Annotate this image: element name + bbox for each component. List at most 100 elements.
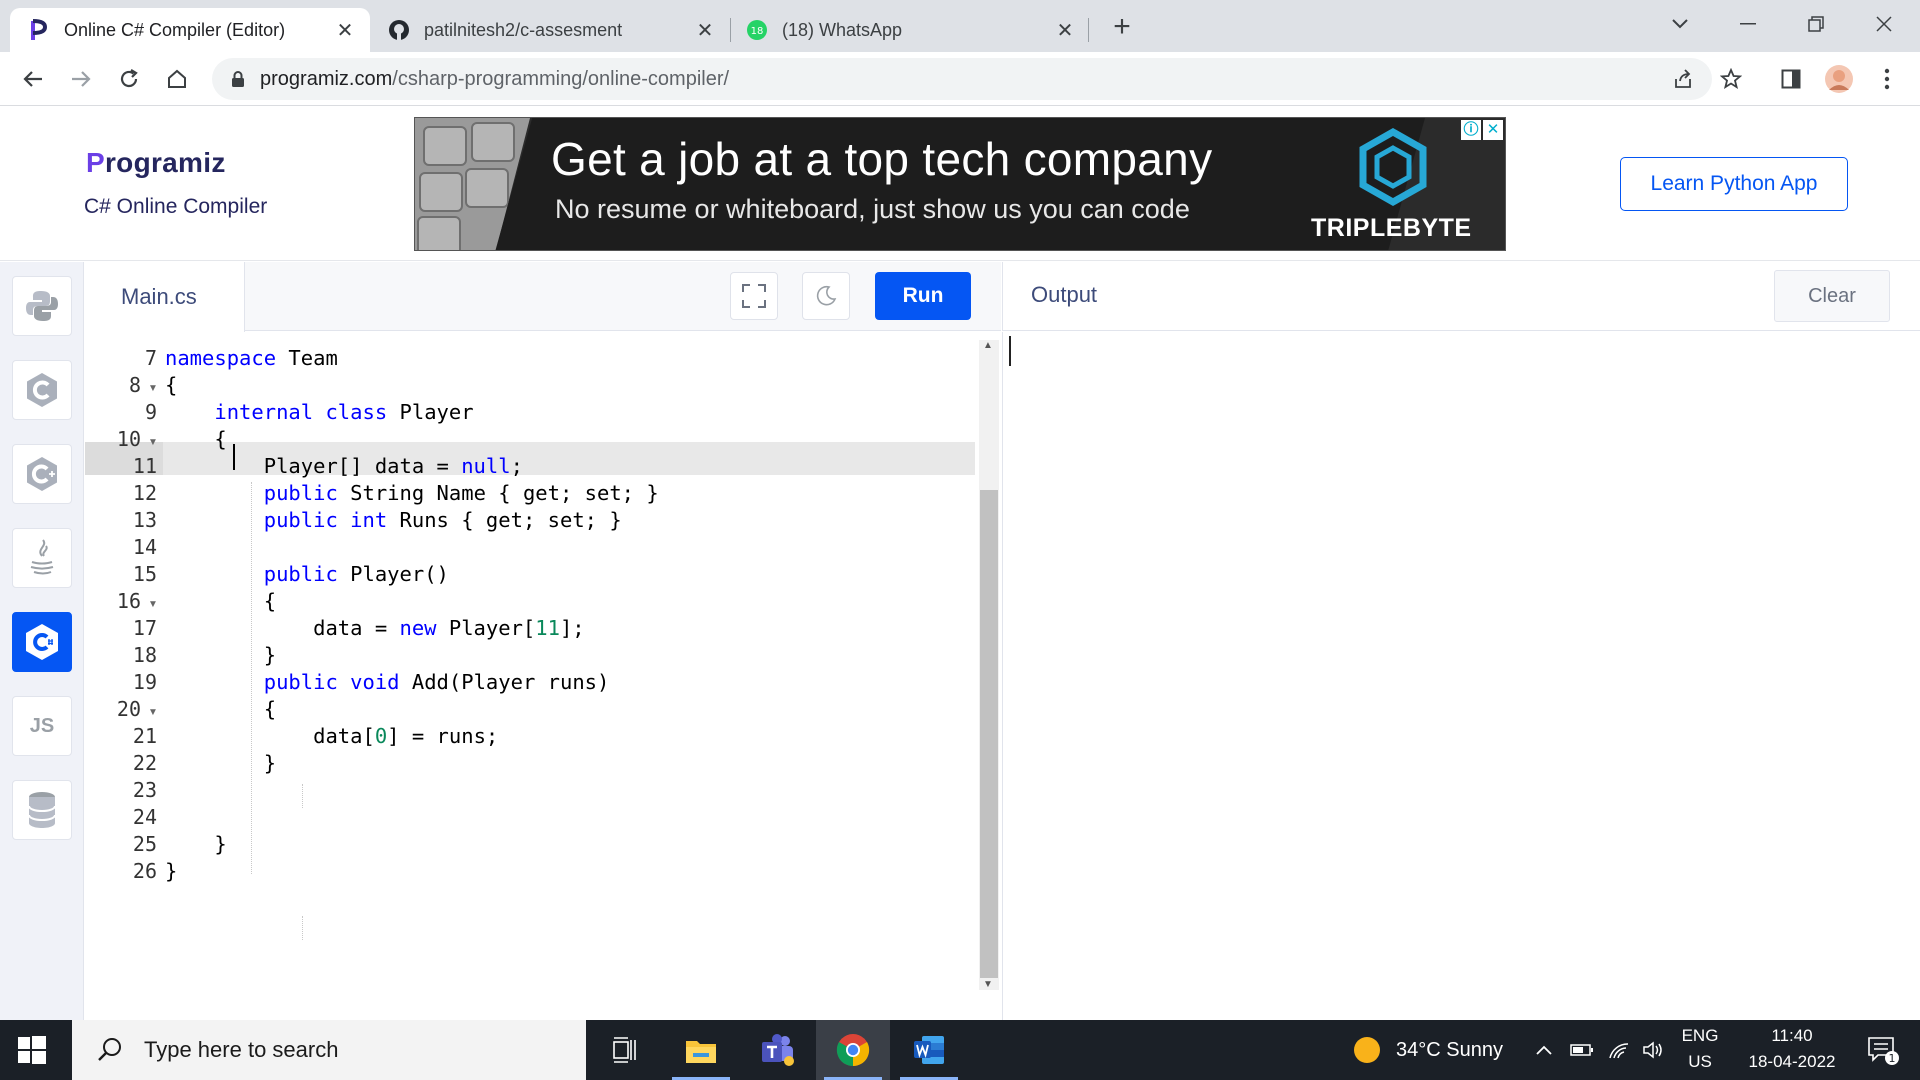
sidebar-item-js[interactable]: JS [12, 696, 72, 756]
close-window-button[interactable] [1856, 6, 1912, 42]
chrome-icon[interactable] [816, 1020, 890, 1080]
kebab-menu-icon[interactable] [1872, 64, 1902, 94]
line-number: 24 [132, 805, 157, 829]
clock-time[interactable]: 11:40 [1732, 1026, 1852, 1046]
code-line-25: } [165, 832, 227, 856]
ad-choices[interactable]: ⓘ ✕ [1461, 120, 1503, 140]
teams-icon[interactable] [740, 1020, 814, 1080]
programiz-logo[interactable]: Programiz [86, 147, 226, 179]
back-icon[interactable] [16, 62, 50, 96]
reload-icon[interactable] [112, 62, 146, 96]
task-view-icon[interactable] [588, 1020, 662, 1080]
close-icon[interactable]: ✕ [694, 18, 716, 43]
run-button[interactable]: Run [875, 272, 971, 320]
ad-headline: Get a job at a top tech company [551, 133, 1213, 185]
logo-text: rogramiz [104, 147, 226, 178]
whatsapp-badge: 18 [751, 26, 764, 37]
fold-arrow-icon[interactable]: ▼ [148, 437, 158, 448]
taskbar-search[interactable]: Type here to search [72, 1020, 586, 1080]
forward-icon[interactable] [64, 62, 98, 96]
file-explorer-icon[interactable] [664, 1020, 738, 1080]
scroll-up-arrow-icon[interactable]: ▲ [983, 340, 993, 351]
code-line-15: public Player() [263, 562, 449, 586]
scroll-down-arrow-icon[interactable]: ▼ [983, 979, 993, 990]
fold-arrow-icon[interactable]: ▼ [148, 383, 158, 394]
code-line-12: public String Name { get; set; } [263, 481, 659, 505]
line-number: 18 [132, 643, 157, 667]
clock-date[interactable]: 18-04-2022 [1732, 1052, 1852, 1072]
volume-icon[interactable] [1642, 1040, 1666, 1060]
sidebar-item-sql[interactable] [12, 780, 72, 840]
advertisement-banner[interactable]: Get a job at a top tech company No resum… [414, 117, 1506, 251]
sidebar-item-python[interactable] [12, 276, 72, 336]
ad-info-icon[interactable]: ⓘ [1461, 120, 1481, 140]
notification-center-icon[interactable]: 1 [1846, 1020, 1920, 1080]
file-tab-main[interactable]: Main.cs [85, 262, 245, 332]
dark-mode-button[interactable] [802, 272, 850, 320]
url-text: programiz.com/csharp-programming/online-… [260, 68, 729, 91]
minimize-button[interactable] [1720, 6, 1776, 42]
tab-whatsapp[interactable]: 18 (18) WhatsApp ✕ [728, 8, 1090, 52]
bookmark-star-icon[interactable] [1716, 64, 1746, 94]
battery-icon[interactable] [1570, 1043, 1594, 1057]
restore-button[interactable] [1788, 6, 1844, 42]
output-header: Output Clear [1002, 262, 1920, 331]
side-panel-icon[interactable] [1776, 64, 1806, 94]
profile-avatar[interactable] [1824, 64, 1854, 94]
url-host: programiz.com [260, 67, 393, 90]
output-console[interactable] [1002, 332, 1920, 1020]
tab-search-chevron-icon[interactable] [1652, 6, 1708, 42]
python-icon [26, 291, 58, 321]
scrollbar-thumb[interactable] [980, 490, 998, 978]
word-icon[interactable] [892, 1020, 966, 1080]
code-line-22: } [165, 751, 277, 775]
weather-widget[interactable]: 34°C Sunny [1352, 1020, 1503, 1080]
search-icon [98, 1038, 121, 1061]
tab-github[interactable]: patilnitesh2/c-assesment ✕ [370, 8, 730, 52]
line-number: 21 [132, 724, 157, 748]
ad-close-icon[interactable]: ✕ [1483, 120, 1503, 140]
output-cursor [1009, 336, 1011, 366]
learn-python-app-button[interactable]: Learn Python App [1620, 157, 1848, 211]
close-icon[interactable]: ✕ [334, 18, 356, 43]
chevron-up-icon[interactable] [1534, 1043, 1554, 1057]
indent-guide [302, 784, 303, 808]
code-line-18: } [165, 643, 277, 667]
windows-start-icon[interactable] [16, 1034, 48, 1066]
code-editor[interactable]: - 78▼910▼111213141516▼17181920▼212223242… [85, 332, 1001, 1020]
code-line-7: namespace Team [165, 346, 338, 370]
line-number: 25 [132, 832, 157, 856]
sidebar-item-java[interactable] [12, 528, 72, 588]
indent-guide [302, 916, 303, 940]
sidebar-item-c[interactable] [12, 360, 72, 420]
language-indicator-bottom[interactable]: US [1680, 1052, 1720, 1072]
editor-scrollbar[interactable]: ▲ ▼ [979, 340, 999, 990]
wifi-icon[interactable] [1608, 1040, 1632, 1060]
moon-icon [816, 285, 837, 306]
logo-initial: P [86, 147, 105, 178]
sidebar-item-cpp[interactable] [12, 444, 72, 504]
language-indicator-top[interactable]: ENG [1680, 1026, 1720, 1046]
fullscreen-button[interactable] [730, 272, 778, 320]
url-field[interactable]: programiz.com/csharp-programming/online-… [212, 58, 1712, 100]
fold-arrow-icon[interactable]: ▼ [148, 599, 158, 610]
home-icon[interactable] [160, 62, 194, 96]
sidebar-item-csharp[interactable] [12, 612, 72, 672]
output-title: Output [1031, 282, 1098, 307]
sun-icon [1354, 1037, 1380, 1063]
clear-button[interactable]: Clear [1774, 270, 1890, 322]
code-line-26: } [165, 859, 178, 883]
new-tab-button[interactable]: + [1106, 12, 1138, 44]
line-number-partial: - [85, 332, 163, 336]
ad-tagline: No resume or whiteboard, just show us yo… [555, 194, 1190, 224]
ad-brand: TRIPLEBYTE [1311, 214, 1472, 242]
fold-arrow-icon[interactable]: ▼ [148, 707, 158, 718]
line-number: 22 [132, 751, 157, 775]
tab-programiz[interactable]: Online C# Compiler (Editor) ✕ [10, 8, 370, 52]
browser-tab-bar: Online C# Compiler (Editor) ✕ patilnites… [0, 0, 1920, 52]
code-line-9: internal class Player [214, 400, 474, 424]
code-line-11: Player[] data = null; [165, 454, 523, 478]
line-number: 11 [132, 454, 157, 478]
close-icon[interactable]: ✕ [1054, 18, 1076, 43]
share-icon[interactable] [1668, 64, 1698, 94]
